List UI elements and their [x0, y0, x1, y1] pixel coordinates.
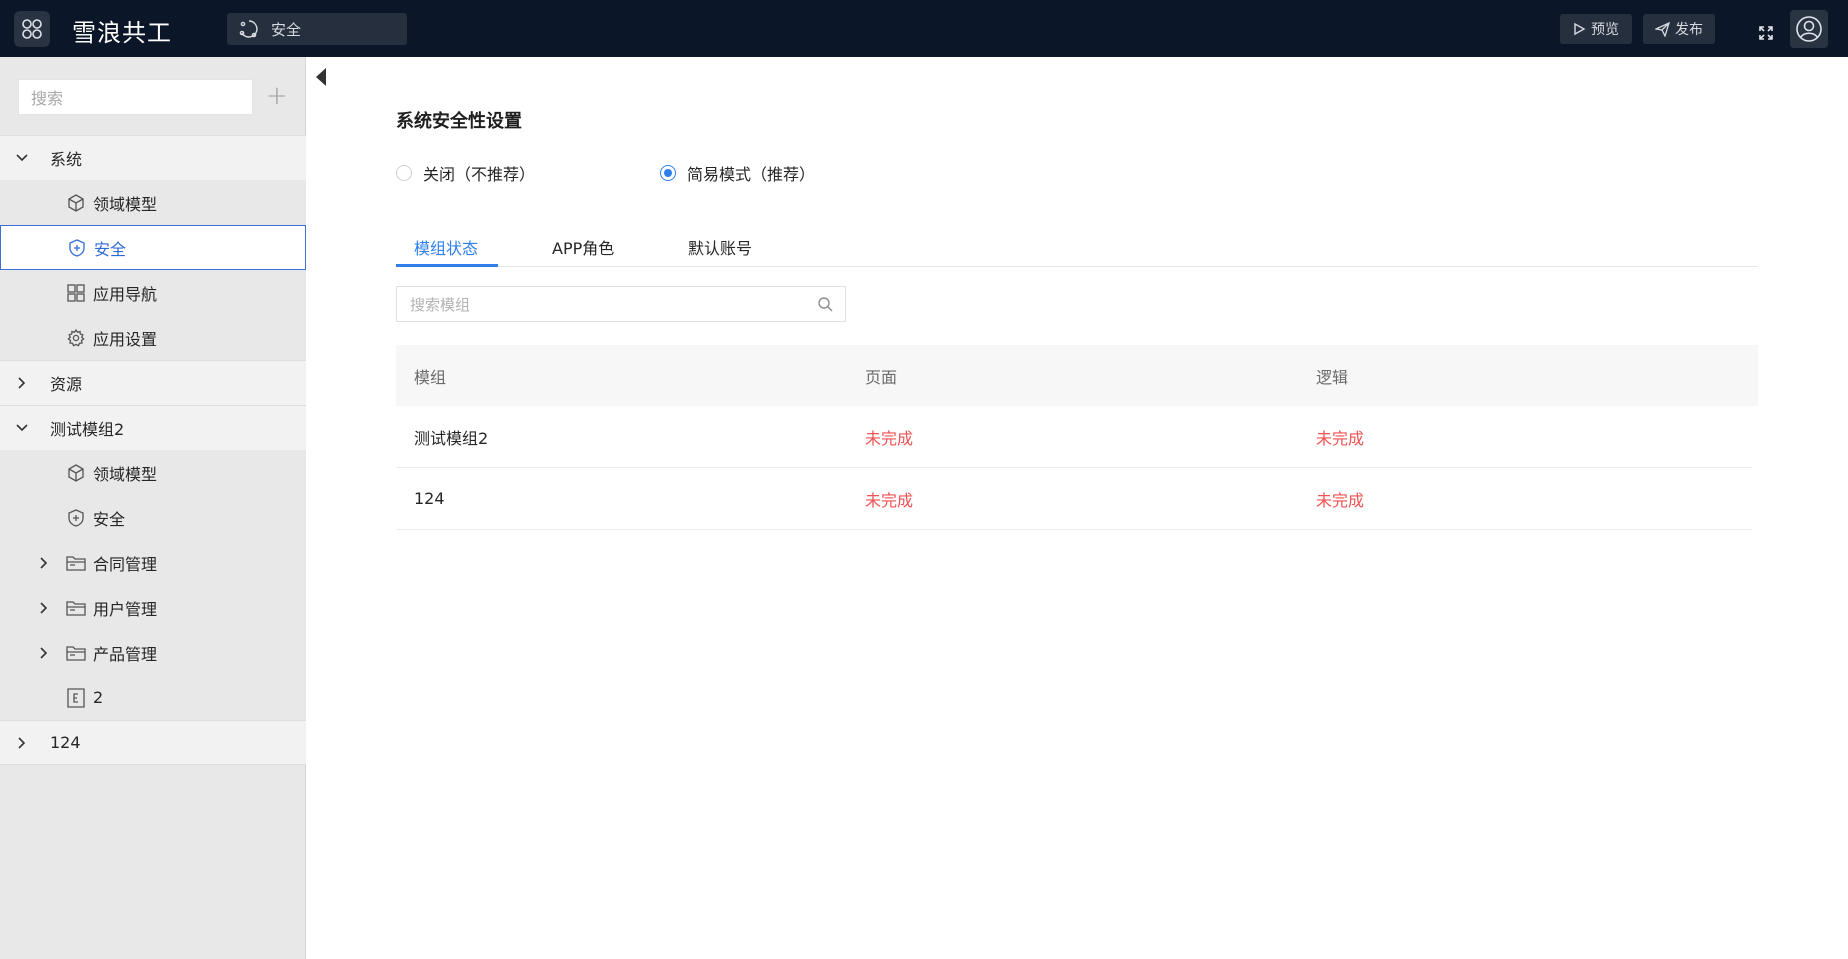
search-placeholder: 搜索模组 — [410, 295, 471, 314]
tree-group-system[interactable]: 系统 — [0, 135, 306, 180]
tree-item-label: 安全 — [93, 509, 126, 529]
tree-group-label: 系统 — [50, 150, 83, 169]
breadcrumb-label: 安全 — [271, 20, 302, 39]
module-tree: 系统 领域模型 安全 应用导航 应用设置 资源 测试模组2 领域模型 安全 合同… — [0, 135, 306, 765]
table-row: 测试模组2 未完成 未完成 — [396, 406, 1752, 468]
tree-item-label: 合同管理 — [93, 554, 158, 574]
folder-icon — [66, 643, 86, 663]
table-header: 模组 页面 逻辑 — [396, 345, 1758, 406]
tree-group-test-module[interactable]: 测试模组2 — [0, 405, 306, 450]
sidebar-search-input[interactable]: 搜索 — [18, 79, 253, 115]
tree-item-domain-model[interactable]: 领域模型 — [0, 450, 306, 495]
entity-e-icon — [66, 687, 86, 708]
column-header-logic: 逻辑 — [1316, 367, 1349, 387]
publish-label: 发布 — [1675, 22, 1703, 38]
tree-item-entity-2[interactable]: 2 — [0, 675, 306, 720]
tree-item-security[interactable]: 安全 — [0, 225, 306, 270]
chevron-right-icon[interactable] — [14, 735, 30, 751]
tree-group-label: 资源 — [50, 375, 83, 394]
chevron-down-icon[interactable] — [14, 420, 30, 436]
folder-icon — [66, 598, 86, 618]
fullscreen-icon[interactable] — [1755, 22, 1777, 44]
collapse-sidebar-icon[interactable] — [314, 66, 328, 88]
tab-app-roles[interactable]: APP角色 — [552, 235, 614, 259]
preview-label: 预览 — [1591, 22, 1619, 38]
cell-logic-status: 未完成 — [1316, 428, 1365, 448]
tree-item-label: 领域模型 — [93, 194, 158, 214]
grid-icon — [66, 283, 86, 303]
radio-label: 关闭（不推荐） — [423, 165, 536, 184]
send-icon — [1655, 21, 1670, 37]
user-avatar-icon[interactable] — [1790, 10, 1828, 48]
cell-module: 测试模组2 — [414, 428, 489, 448]
radio-simple-mode[interactable]: 简易模式（推荐） — [660, 161, 815, 185]
cell-logic-status: 未完成 — [1316, 490, 1365, 510]
preview-button[interactable]: 预览 — [1560, 14, 1632, 44]
cell-page-status: 未完成 — [865, 490, 914, 510]
add-icon[interactable]: + — [266, 83, 288, 111]
tree-group-label: 124 — [50, 733, 81, 752]
tree-item-security[interactable]: 安全 — [0, 495, 306, 540]
shield-plus-icon — [67, 238, 87, 258]
tree-item-app-settings[interactable]: 应用设置 — [0, 315, 306, 360]
chevron-right-icon[interactable] — [36, 555, 52, 571]
cube-icon — [66, 193, 86, 213]
table-row: 124 未完成 未完成 — [396, 468, 1752, 530]
tree-item-product-mgmt[interactable]: 产品管理 — [0, 630, 306, 675]
tab-default-account[interactable]: 默认账号 — [688, 235, 752, 259]
tree-group-label: 测试模组2 — [50, 420, 125, 439]
page-title: 系统安全性设置 — [396, 111, 522, 132]
chevron-right-icon[interactable] — [36, 600, 52, 616]
folder-icon — [66, 553, 86, 573]
tree-item-contract-mgmt[interactable]: 合同管理 — [0, 540, 306, 585]
tree-item-app-nav[interactable]: 应用导航 — [0, 270, 306, 315]
top-bar: 雪浪共工 安全 预览 发布 — [0, 0, 1848, 57]
chevron-right-icon[interactable] — [14, 375, 30, 391]
radio-label: 简易模式（推荐） — [687, 165, 816, 184]
tree-group-124[interactable]: 124 — [0, 720, 306, 765]
module-status-table: 模组 页面 逻辑 测试模组2 未完成 未完成 124 未完成 未完成 — [396, 345, 1758, 530]
cell-page-status: 未完成 — [865, 428, 914, 448]
chevron-right-icon[interactable] — [36, 645, 52, 661]
tab-bar: 模组状态 APP角色 默认账号 — [396, 227, 1758, 267]
radio-circle[interactable] — [396, 165, 412, 181]
sidebar: 搜索 + 系统 领域模型 安全 应用导航 应用设置 资源 测试模组2 领域模型 … — [0, 57, 306, 959]
play-icon — [1572, 22, 1586, 36]
tree-item-label: 产品管理 — [93, 644, 158, 664]
tree-item-label: 用户管理 — [93, 599, 158, 619]
tree-item-domain-model[interactable]: 领域模型 — [0, 180, 306, 225]
app-title: 雪浪共工 — [72, 19, 172, 47]
search-icon[interactable] — [817, 296, 833, 312]
active-tab-indicator — [396, 264, 498, 267]
tree-item-label: 领域模型 — [93, 464, 158, 484]
tab-module-status[interactable]: 模组状态 — [414, 235, 478, 259]
cube-icon — [66, 463, 86, 483]
cell-module: 124 — [414, 489, 445, 508]
radio-security-off[interactable]: 关闭（不推荐） — [396, 161, 535, 185]
gear-icon — [66, 328, 86, 348]
column-header-module: 模组 — [414, 367, 447, 387]
shield-plus-icon — [66, 508, 86, 528]
tree-item-user-mgmt[interactable]: 用户管理 — [0, 585, 306, 630]
breadcrumb[interactable]: 安全 — [227, 13, 407, 45]
flow-icon — [239, 19, 259, 39]
tree-item-label: 安全 — [94, 239, 127, 259]
tree-group-resources[interactable]: 资源 — [0, 360, 306, 405]
publish-button[interactable]: 发布 — [1643, 14, 1715, 44]
chevron-down-icon[interactable] — [14, 150, 30, 166]
column-header-page: 页面 — [865, 367, 898, 387]
tree-item-label: 2 — [93, 688, 104, 707]
app-grid-icon[interactable] — [14, 11, 50, 47]
module-search-input[interactable]: 搜索模组 — [396, 286, 846, 322]
tree-item-label: 应用导航 — [93, 284, 158, 304]
tree-item-label: 应用设置 — [93, 329, 158, 349]
radio-circle[interactable] — [660, 165, 676, 181]
